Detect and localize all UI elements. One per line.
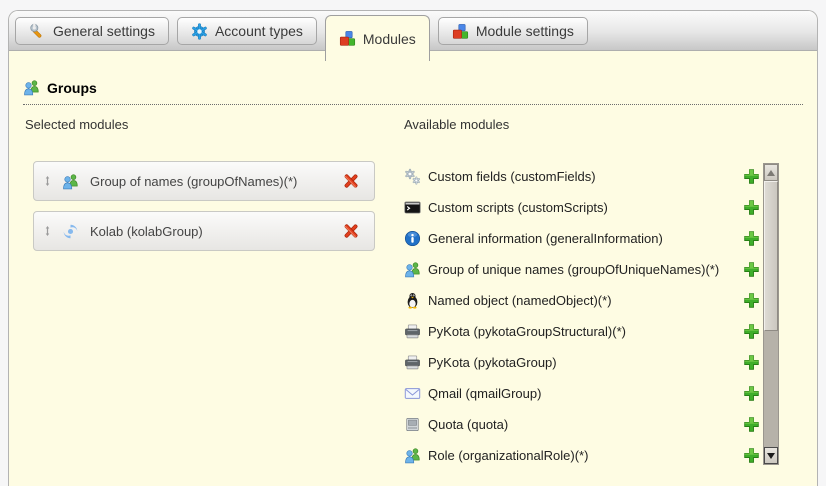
available-modules-list: Custom fields (customFields) Custom scri…: [404, 161, 760, 471]
selected-module-row: Kolab (kolabGroup): [33, 211, 375, 251]
module-icon: [404, 416, 421, 433]
module-icon: [404, 385, 421, 402]
available-module-label: Qmail (qmailGroup): [428, 384, 736, 403]
tab-label: Module settings: [476, 23, 574, 39]
available-module-label: General information (generalInformation): [428, 229, 736, 248]
module-icon: [404, 168, 421, 185]
available-module-label: Quota (quota): [428, 415, 736, 434]
selected-modules-list: Group of names (groupOfNames)(*) Kolab (…: [33, 161, 375, 261]
scroll-up-button[interactable]: [764, 164, 778, 181]
tab-icon: [339, 30, 356, 47]
tab-icon: [452, 23, 469, 40]
available-module-row: Custom fields (customFields): [404, 161, 760, 192]
section-header: Groups: [23, 79, 803, 105]
available-module-row: Qmail (qmailGroup): [404, 378, 760, 409]
module-icon: [62, 223, 79, 240]
available-module-row: Custom scripts (customScripts): [404, 192, 760, 223]
add-icon[interactable]: [743, 385, 760, 402]
add-icon[interactable]: [743, 168, 760, 185]
available-module-row: Group of unique names (groupOfUniqueName…: [404, 254, 760, 285]
tab-label: General settings: [53, 23, 155, 39]
selected-module-label: Group of names (groupOfNames)(*): [90, 174, 297, 189]
tab[interactable]: General settings: [15, 17, 169, 45]
tab[interactable]: Module settings: [438, 17, 588, 45]
available-module-row: Quota (quota): [404, 409, 760, 440]
add-icon[interactable]: [743, 261, 760, 278]
module-icon: [404, 354, 421, 371]
tab-icon: [191, 23, 208, 40]
add-icon[interactable]: [743, 323, 760, 340]
available-module-label: PyKota (pykotaGroup): [428, 353, 736, 372]
scroll-down-icon: [767, 453, 775, 459]
module-icon: [404, 230, 421, 247]
available-module-label: Named object (namedObject)(*): [428, 291, 736, 310]
add-icon[interactable]: [743, 416, 760, 433]
tab[interactable]: Account types: [177, 17, 317, 45]
module-icon: [404, 292, 421, 309]
module-icon: [62, 173, 79, 190]
tab-bar: General settings Account types Modules M…: [9, 11, 817, 51]
scroll-up-icon: [767, 170, 775, 176]
scrollbar-track[interactable]: [764, 331, 778, 447]
tab-icon: [29, 23, 46, 40]
add-icon[interactable]: [743, 354, 760, 371]
scrollbar-thumb[interactable]: [764, 181, 778, 331]
groups-icon: [23, 79, 40, 96]
selected-module-row: Group of names (groupOfNames)(*): [33, 161, 375, 201]
scroll-down-button[interactable]: [764, 447, 778, 464]
tab-label: Account types: [215, 23, 303, 39]
module-icon: [404, 447, 421, 464]
available-modules-heading: Available modules: [404, 117, 509, 132]
available-module-label: Custom fields (customFields): [428, 167, 736, 186]
tab[interactable]: Modules: [325, 15, 430, 61]
add-icon[interactable]: [743, 447, 760, 464]
available-module-label: Group of unique names (groupOfUniqueName…: [428, 260, 736, 279]
add-icon[interactable]: [743, 292, 760, 309]
content-frame: General settings Account types Modules M…: [8, 10, 818, 486]
delete-icon[interactable]: [342, 222, 360, 240]
add-icon[interactable]: [743, 230, 760, 247]
available-module-row: Named object (namedObject)(*): [404, 285, 760, 316]
section-title: Groups: [47, 80, 97, 96]
delete-icon[interactable]: [342, 172, 360, 190]
tab-label: Modules: [363, 31, 416, 47]
available-module-row: General information (generalInformation): [404, 223, 760, 254]
module-icon: [404, 323, 421, 340]
available-module-row: PyKota (pykotaGroup): [404, 347, 760, 378]
add-icon[interactable]: [743, 199, 760, 216]
drag-handle-icon[interactable]: [42, 174, 53, 188]
selected-module-label: Kolab (kolabGroup): [90, 224, 203, 239]
selected-modules-heading: Selected modules: [25, 117, 128, 132]
modules-content: Groups Selected modules Available module…: [9, 52, 817, 486]
available-module-label: Role (organizationalRole)(*): [428, 446, 736, 465]
available-scrollbar[interactable]: [763, 163, 779, 465]
available-module-label: PyKota (pykotaGroupStructural)(*): [428, 322, 736, 341]
available-module-row: PyKota (pykotaGroupStructural)(*): [404, 316, 760, 347]
drag-handle-icon[interactable]: [42, 224, 53, 238]
available-module-row: Role (organizationalRole)(*): [404, 440, 760, 471]
available-module-label: Custom scripts (customScripts): [428, 198, 736, 217]
module-icon: [404, 261, 421, 278]
module-icon: [404, 199, 421, 216]
